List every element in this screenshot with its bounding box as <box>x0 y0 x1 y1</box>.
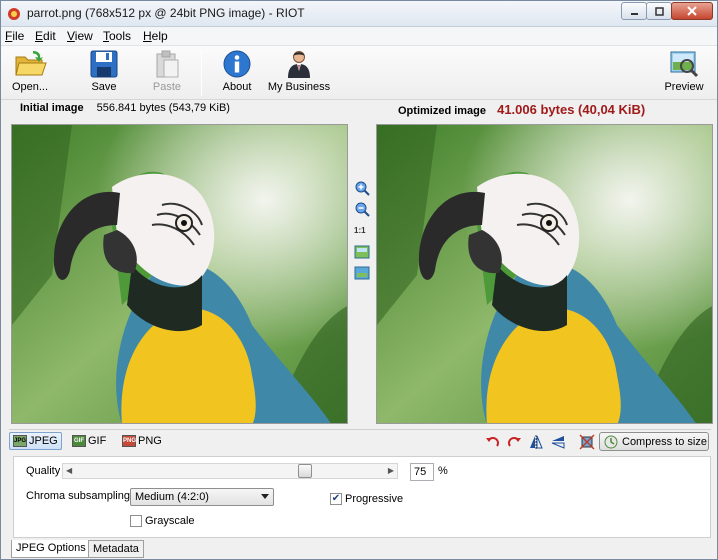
tab-gif[interactable]: GIF GIF <box>69 432 109 450</box>
initial-image-pane[interactable] <box>11 124 348 424</box>
riot-window: parrot.png (768x512 px @ 24bit PNG image… <box>0 0 718 560</box>
optimized-image-size: 41.006 bytes (40,04 KiB) <box>497 102 646 117</box>
menu-file[interactable]: File <box>5 29 24 43</box>
about-button[interactable]: About <box>202 49 272 97</box>
flip-horizontal-icon[interactable] <box>528 434 544 450</box>
menu-bar: File Edit View Tools Help <box>1 27 717 46</box>
tab-png[interactable]: PNG PNG <box>119 432 165 450</box>
compress-to-size-button[interactable]: Compress to size <box>599 432 709 451</box>
riot-app-icon <box>8 8 20 20</box>
open-button[interactable]: Open... <box>0 49 65 97</box>
initial-image-label: Initial image <box>20 102 84 114</box>
crop-tool-icon[interactable] <box>579 434 595 450</box>
chevron-down-icon <box>261 494 269 499</box>
progressive-label: Progressive <box>345 493 404 505</box>
quality-label: Quality <box>26 465 61 477</box>
compare-view-icon[interactable] <box>354 265 370 281</box>
my-business-button[interactable]: My Business <box>264 49 334 97</box>
slider-left-arrow-icon[interactable]: ◀ <box>66 466 72 475</box>
maximize-icon <box>654 6 664 16</box>
preview-button[interactable]: Preview <box>649 49 718 97</box>
initial-image-header: Initial image 556.841 bytes (543,79 KiB) <box>20 102 230 122</box>
preview-magnifier-icon <box>670 51 699 78</box>
paste-button[interactable]: Paste <box>132 49 202 97</box>
format-bar: JPG JPEG GIF GIF PNG PNG Compress to siz… <box>9 429 711 453</box>
businessman-icon <box>288 51 310 78</box>
initial-image-size: 556.841 bytes (543,79 KiB) <box>96 102 230 114</box>
rotate-left-icon[interactable] <box>485 434 501 450</box>
flip-vertical-icon[interactable] <box>550 434 566 450</box>
minimize-button[interactable] <box>621 2 647 20</box>
menu-tools[interactable]: Tools <box>103 29 131 43</box>
gif-format-icon: GIF <box>72 435 86 447</box>
floppy-disk-icon <box>90 50 118 78</box>
zoom-actual-size[interactable]: 1:1 <box>354 226 366 235</box>
rotate-right-icon[interactable] <box>506 434 522 450</box>
slider-right-arrow-icon[interactable]: ▶ <box>388 466 394 475</box>
paste-icon <box>156 50 179 78</box>
tab-jpeg-options[interactable]: JPEG Options <box>11 540 91 558</box>
zoom-toolbar: 1:1 <box>350 124 374 424</box>
quality-slider[interactable]: ◀ ▶ <box>62 463 398 479</box>
window-controls <box>621 2 713 20</box>
minimize-icon <box>630 12 638 15</box>
grayscale-checkbox[interactable] <box>130 515 142 527</box>
open-folder-icon <box>15 51 47 76</box>
menu-help[interactable]: Help <box>143 29 168 43</box>
toolbar: Open... Save Paste About My Business Pre… <box>1 46 717 100</box>
jpeg-format-icon: JPG <box>13 435 27 447</box>
close-icon <box>687 6 697 16</box>
menu-view[interactable]: View <box>67 29 93 43</box>
fit-to-window-icon[interactable] <box>354 244 370 260</box>
window-title: parrot.png (768x512 px @ 24bit PNG image… <box>27 6 305 20</box>
quality-input[interactable]: 75 <box>410 463 434 481</box>
chroma-subsampling-select[interactable]: Medium (4:2:0) <box>130 488 274 506</box>
png-format-icon: PNG <box>122 435 136 447</box>
parrot-image-optimized <box>377 125 712 423</box>
optimized-image-label: Optimized image <box>398 105 487 117</box>
optimized-image-pane[interactable] <box>376 124 713 424</box>
save-button[interactable]: Save <box>69 49 139 97</box>
zoom-out-icon[interactable] <box>354 201 370 217</box>
quality-unit: % <box>438 465 448 477</box>
parrot-image-initial <box>12 125 347 423</box>
zoom-in-icon[interactable] <box>354 180 370 196</box>
menu-edit[interactable]: Edit <box>35 29 56 43</box>
maximize-button[interactable] <box>646 2 672 20</box>
chroma-subsampling-label: Chroma subsampling <box>26 490 130 502</box>
close-button[interactable] <box>671 2 713 20</box>
quality-slider-thumb[interactable] <box>298 464 312 478</box>
tab-jpeg[interactable]: JPG JPEG <box>9 432 62 450</box>
jpeg-options-panel: Quality ◀ ▶ 75 % Chroma subsampling Medi… <box>13 456 711 538</box>
info-icon <box>223 50 251 78</box>
title-bar: parrot.png (768x512 px @ 24bit PNG image… <box>1 1 717 27</box>
compress-icon <box>604 435 618 448</box>
grayscale-label: Grayscale <box>145 515 195 527</box>
optimized-image-header: Optimized image 41.006 bytes (40,04 KiB) <box>398 102 645 122</box>
tab-metadata[interactable]: Metadata <box>88 540 144 558</box>
progressive-checkbox[interactable]: ✔ <box>330 493 342 505</box>
